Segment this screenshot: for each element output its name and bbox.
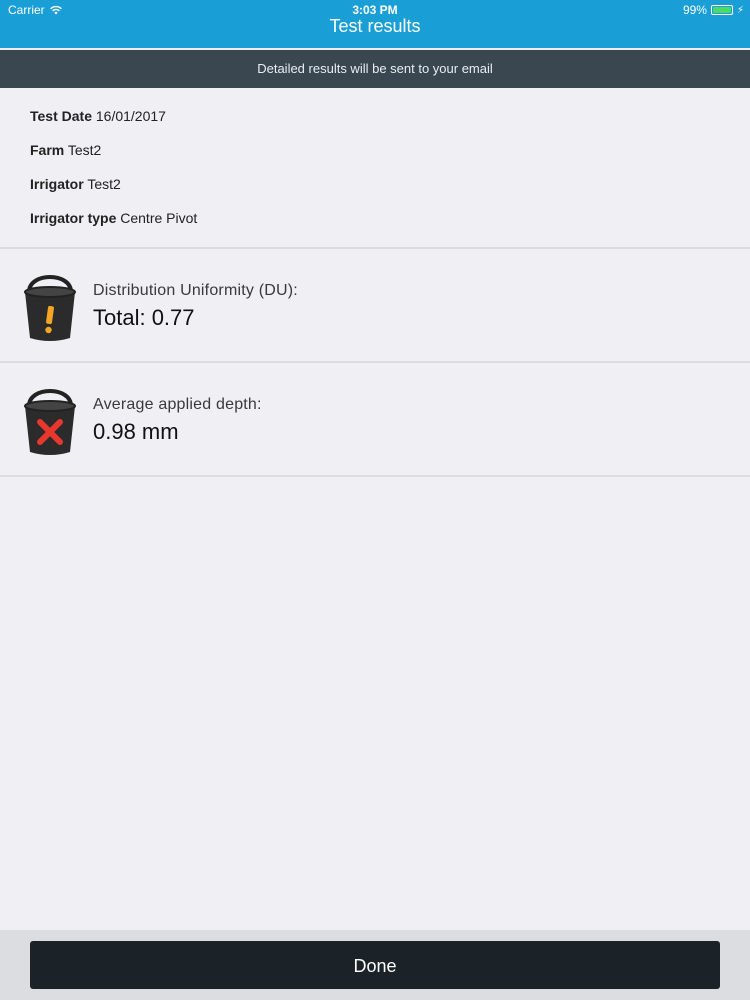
divider xyxy=(0,361,750,363)
divider xyxy=(0,475,750,477)
status-battery: 99% ⚡ xyxy=(683,3,744,17)
irrigator-row: Irrigator Test2 xyxy=(30,168,197,202)
test-date-row: Test Date 16/01/2017 xyxy=(30,100,197,134)
done-button[interactable]: Done xyxy=(30,941,720,989)
irrigator-type-value: Centre Pivot xyxy=(120,210,198,226)
divider xyxy=(0,247,750,249)
status-time: 3:03 PM xyxy=(352,3,398,17)
bucket-fail-icon xyxy=(24,389,76,455)
depth-label: Average applied depth: xyxy=(93,396,262,413)
farm-value: Test2 xyxy=(67,142,102,158)
irrigator-type-label: Irrigator type xyxy=(30,210,117,226)
battery-level xyxy=(712,7,731,13)
page-title: Test results xyxy=(329,16,421,36)
depth-result: Average applied depth: 0.98 mm xyxy=(0,364,750,476)
test-date-label: Test Date xyxy=(30,108,92,124)
du-label: Distribution Uniformity (DU): xyxy=(93,282,298,299)
navigation-bar: Carrier 3:03 PM 99% ⚡ Test results xyxy=(0,0,750,48)
footer-bar: Done xyxy=(0,930,750,1000)
bucket-warning-icon xyxy=(24,275,76,341)
irrigator-value: Test2 xyxy=(87,176,121,192)
battery-icon xyxy=(710,5,733,15)
irrigator-label: Irrigator xyxy=(30,176,84,192)
test-date-value: 16/01/2017 xyxy=(95,108,166,124)
test-info: Test Date 16/01/2017 Farm Test2 Irrigato… xyxy=(30,100,197,236)
farm-row: Farm Test2 xyxy=(30,134,197,168)
depth-value: 0.98 mm xyxy=(93,419,179,444)
du-result: Distribution Uniformity (DU): Total: 0.7… xyxy=(0,250,750,362)
email-notice-banner: Detailed results will be sent to your em… xyxy=(0,50,750,88)
irrigator-type-row: Irrigator type Centre Pivot xyxy=(30,202,197,236)
farm-label: Farm xyxy=(30,142,65,158)
battery-percent: 99% xyxy=(682,3,707,17)
du-value: Total: 0.77 xyxy=(93,305,195,330)
charging-icon: ⚡ xyxy=(736,4,744,16)
